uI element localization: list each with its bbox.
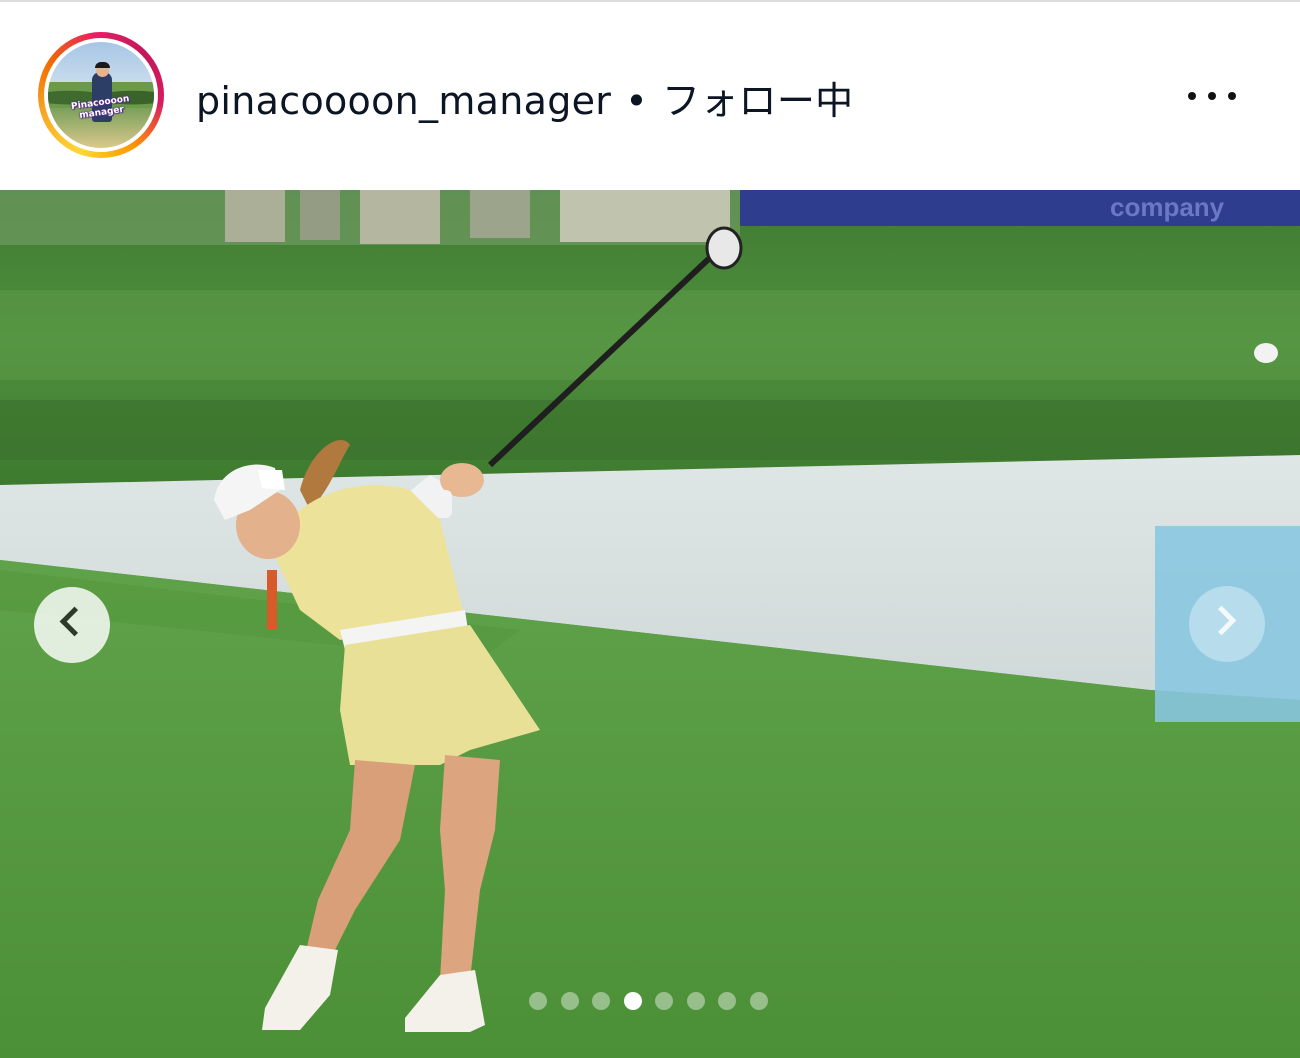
carousel-dot[interactable] — [749, 992, 768, 1010]
golfer-photo: company — [0, 190, 1300, 1058]
carousel-prev-button[interactable] — [34, 587, 110, 663]
follow-status-button[interactable]: フォロー中 — [662, 79, 854, 123]
carousel-dot-active[interactable] — [623, 992, 642, 1010]
separator-dot: • — [625, 79, 648, 123]
profile-avatar[interactable]: Pinacoooon manager — [38, 32, 164, 158]
more-options-button[interactable] — [1180, 72, 1244, 118]
carousel-dot[interactable] — [655, 992, 673, 1010]
post-header: Pinacoooon manager pinacoooon_manager • フォ… — [0, 2, 1300, 190]
carousel-dot[interactable] — [592, 992, 610, 1010]
post-title: pinacoooon_manager • フォロー中 — [196, 70, 853, 125]
carousel-indicator — [529, 992, 779, 1012]
more-dot-icon — [1208, 92, 1216, 100]
chevron-left-icon — [59, 606, 90, 637]
carousel-dot[interactable] — [529, 992, 547, 1010]
username-link[interactable]: pinacoooon_manager — [196, 79, 611, 123]
avatar-image: Pinacoooon manager — [48, 42, 154, 148]
banner-text: company — [1110, 192, 1225, 222]
carousel-next-button[interactable] — [1189, 586, 1265, 662]
more-dot-icon — [1188, 92, 1196, 100]
chevron-right-icon — [1206, 605, 1237, 636]
carousel-dot[interactable] — [686, 992, 705, 1010]
carousel-dot[interactable] — [560, 992, 579, 1010]
carousel-dot[interactable] — [718, 992, 736, 1010]
post-photo[interactable]: company — [0, 190, 1300, 1058]
more-dot-icon — [1228, 92, 1236, 100]
